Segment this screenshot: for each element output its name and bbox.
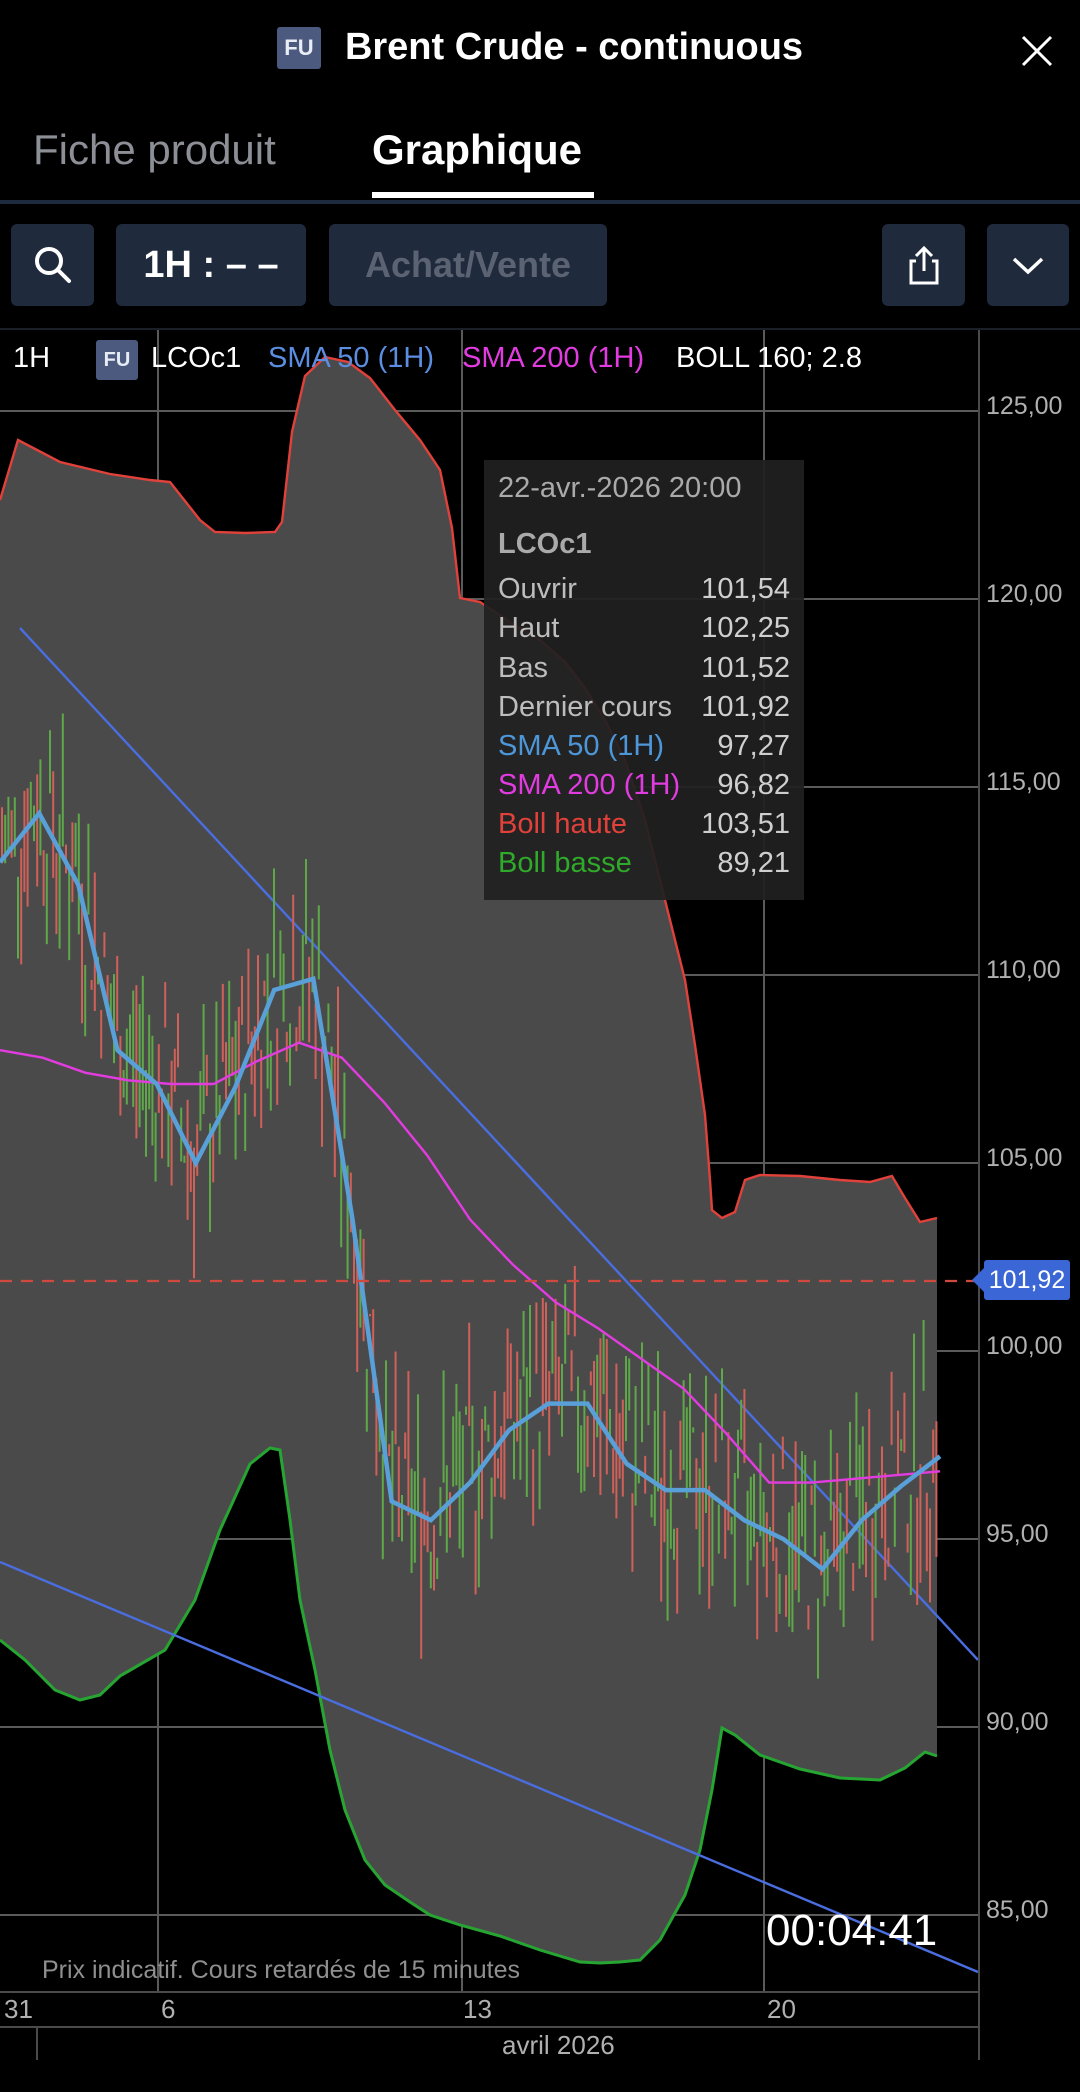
y-tick-label: 105,00 [986, 1144, 1063, 1172]
legend-future-badge: FU [96, 340, 138, 380]
price-chart[interactable] [0, 0, 1080, 2092]
y-tick-label: 120,00 [986, 580, 1063, 608]
legend-sma50[interactable]: SMA 50 (1H) [268, 342, 434, 375]
tooltip-date: 22-avr.-2026 20:00 [498, 472, 742, 504]
y-tick-label: 85,00 [986, 1896, 1049, 1924]
tooltip-symbol: LCOc1 [498, 528, 592, 560]
month-label: avril 2026 [502, 2030, 615, 2060]
bar-countdown: 00:04:41 [766, 1906, 938, 1955]
y-tick-label: 115,00 [986, 768, 1061, 796]
legend-interval: 1H [13, 342, 51, 374]
x-tick-label: 31 [4, 1994, 33, 2024]
x-tick-label: 20 [767, 1994, 796, 2024]
ohlc-tooltip: 22-avr.-2026 20:00 LCOc1 Ouvrir 101,54 Ha… [484, 460, 804, 900]
last-price-tag: 101,92 [972, 1260, 1070, 1300]
delay-disclaimer: Prix indicatif. Cours retardés de 15 min… [42, 1956, 520, 1984]
y-tick-label: 125,00 [986, 392, 1063, 420]
y-tick-label: 95,00 [986, 1520, 1049, 1548]
legend-symbol: LCOc1 [151, 342, 242, 374]
y-tick-label: 90,00 [986, 1708, 1049, 1736]
x-tick-label: 6 [161, 1994, 176, 2024]
legend-sma200[interactable]: SMA 200 (1H) [462, 342, 644, 375]
y-tick-label: 100,00 [986, 1332, 1063, 1360]
x-tick-label: 13 [463, 1994, 492, 2024]
y-tick-label: 110,00 [986, 956, 1061, 984]
legend-bollinger[interactable]: BOLL 160; 2.8 [676, 342, 862, 375]
chart-legend: 1H FU LCOc1 SMA 50 (1H) SMA 200 (1H) BOL… [0, 340, 980, 380]
